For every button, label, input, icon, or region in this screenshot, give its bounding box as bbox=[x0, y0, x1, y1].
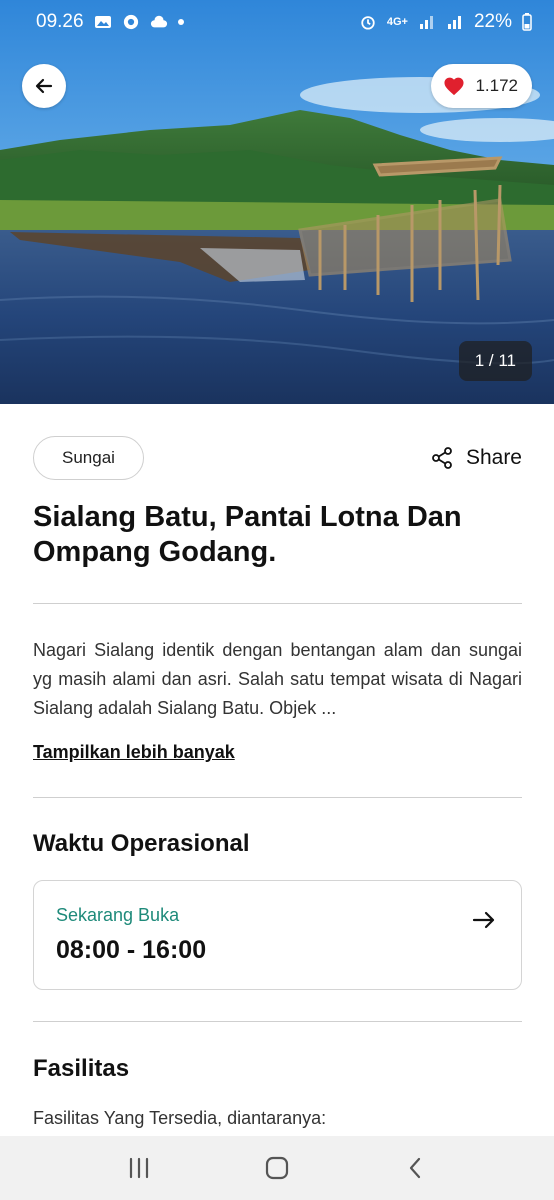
description-text: Nagari Sialang identik dengan bentangan … bbox=[33, 640, 522, 718]
system-back-button[interactable] bbox=[395, 1148, 435, 1188]
open-status: Sekarang Buka bbox=[56, 905, 180, 925]
tag-share-row: Sungai Share bbox=[33, 436, 522, 480]
share-label: Share bbox=[465, 446, 522, 469]
show-more-link[interactable]: Tampilkan lebih banyak bbox=[33, 742, 235, 763]
divider bbox=[33, 603, 522, 604]
battery-percent: 22% bbox=[473, 11, 512, 32]
page-title: Sialang Batu, Pantai Lotna Dan Ompang Go… bbox=[33, 501, 462, 568]
image-icon bbox=[94, 16, 111, 28]
opening-hours: 08:00 - 16:00 bbox=[56, 936, 207, 964]
dot-icon bbox=[177, 19, 184, 25]
back-button[interactable] bbox=[22, 64, 66, 108]
facilities-intro: Fasilitas Yang Tersedia, diantaranya: bbox=[33, 1108, 327, 1128]
signal-icon bbox=[447, 16, 461, 29]
like-count: 1.172 bbox=[475, 76, 518, 95]
system-navigation-bar bbox=[0, 1136, 554, 1200]
arrow-left-icon bbox=[35, 78, 53, 94]
share-button[interactable]: Share bbox=[430, 446, 522, 470]
alarm-icon bbox=[361, 16, 375, 30]
image-counter-label: 1 / 11 bbox=[474, 351, 516, 370]
divider bbox=[33, 1021, 522, 1022]
operational-heading: Waktu Operasional bbox=[33, 830, 250, 857]
heart-icon bbox=[444, 77, 464, 96]
category-chip-label: Sungai bbox=[62, 448, 115, 467]
share-icon bbox=[432, 447, 452, 469]
status-bar: 09.26 4G+ 22% bbox=[0, 0, 554, 44]
like-button[interactable]: 1.172 bbox=[431, 64, 532, 108]
network-type: 4G+ bbox=[386, 16, 408, 28]
image-counter: 1 / 11 bbox=[458, 341, 532, 381]
arrow-right-icon bbox=[472, 911, 495, 929]
home-icon bbox=[265, 1156, 289, 1180]
recent-apps-button[interactable] bbox=[119, 1148, 159, 1188]
category-chip[interactable]: Sungai bbox=[33, 436, 144, 480]
chrome-icon bbox=[123, 14, 138, 30]
chevron-left-icon bbox=[409, 1157, 421, 1179]
facilities-heading: Fasilitas bbox=[33, 1055, 130, 1082]
signal-icon bbox=[419, 16, 433, 29]
cloud-icon bbox=[150, 15, 167, 28]
hero-image[interactable]: 09.26 4G+ 22% 1.172 1 / 11 bbox=[0, 0, 554, 404]
status-time: 09.26 bbox=[36, 11, 84, 32]
divider bbox=[33, 797, 522, 798]
battery-icon bbox=[522, 13, 532, 31]
home-button[interactable] bbox=[257, 1148, 297, 1188]
operational-hours-card[interactable]: Sekarang Buka 08:00 - 16:00 bbox=[33, 880, 522, 990]
recent-apps-icon bbox=[129, 1157, 149, 1179]
